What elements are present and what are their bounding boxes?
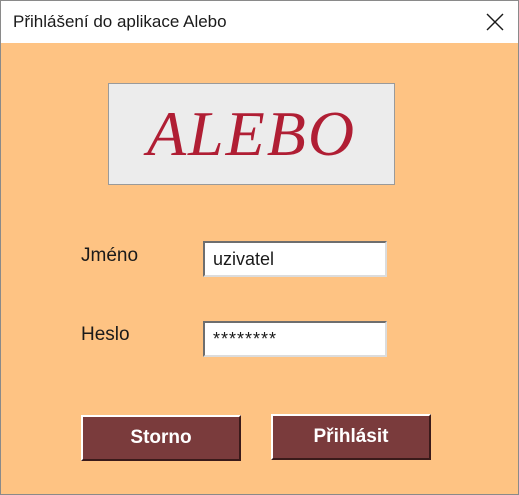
login-dialog: Přihlášení do aplikace Alebo ALEBO Jméno… [0,0,519,495]
logo: ALEBO [108,83,395,185]
title-bar: Přihlášení do aplikace Alebo [1,1,518,43]
cancel-button[interactable]: Storno [81,415,241,461]
name-label: Jméno [81,245,139,266]
logo-text: ALEBO [146,98,357,169]
password-label: Heslo [81,324,130,345]
password-input[interactable] [203,321,387,357]
close-button[interactable] [472,1,518,43]
window-title: Přihlášení do aplikace Alebo [13,12,227,31]
name-input[interactable] [203,241,387,277]
login-button[interactable]: Přihlásit [271,414,431,460]
close-icon [486,13,504,31]
